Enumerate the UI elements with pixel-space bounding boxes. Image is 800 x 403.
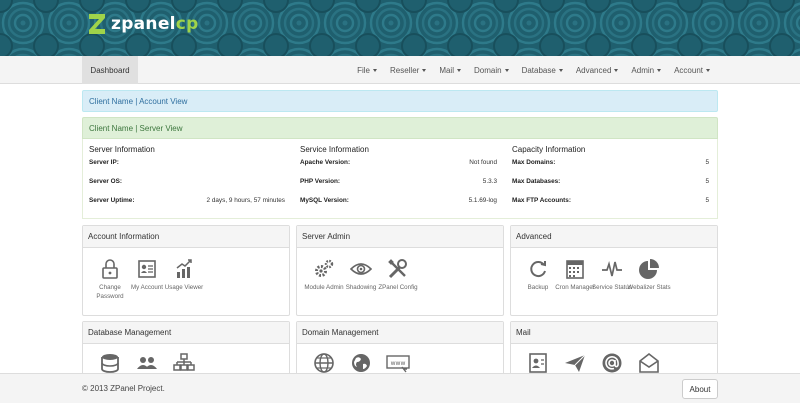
panel-title: Account Information [83, 226, 289, 248]
lock-icon [102, 259, 118, 279]
footer: © 2013 ZPanel Project. About [0, 373, 800, 403]
caret-down-icon [657, 69, 662, 72]
panel-title: Database Management [83, 322, 289, 344]
paper-plane-icon [565, 354, 586, 372]
nav-menus: File Reseller Mail Domain Database Advan… [357, 56, 710, 84]
users-icon [137, 357, 157, 369]
panel-server-admin: Server Admin Module Admin Shadowing ZPan… [296, 225, 504, 316]
caret-down-icon [456, 69, 461, 72]
subdomains-module[interactable]: www [376, 352, 420, 374]
zpanel-config-module[interactable]: ZPanel Config [376, 258, 420, 292]
webalizer-stats-module[interactable]: Webalizer Stats [627, 258, 671, 292]
hierarchy-icon [173, 353, 195, 371]
server-info-box: Server Information Server IP: Server OS:… [82, 139, 718, 219]
capacity-information-title: Capacity Information [512, 145, 586, 154]
info-row: Server Uptime: 2 days, 9 hours, 57 minute… [89, 197, 285, 204]
panel-title: Server Admin [297, 226, 503, 248]
nav-menu-database[interactable]: Database [522, 66, 563, 75]
info-row: Max Databases: 5 [512, 178, 709, 185]
panel-title: Mail [511, 322, 717, 344]
envelope-icon [639, 352, 659, 373]
eye-icon [350, 263, 372, 275]
panel-database-management: Database Management [82, 321, 290, 381]
server-information: Server Information Server IP: Server OS:… [89, 145, 285, 216]
usage-chart-icon [176, 259, 192, 278]
caret-down-icon [372, 69, 377, 72]
info-row: MySQL Version: 5.1.69-log [300, 197, 497, 204]
pie-chart-icon [639, 259, 659, 279]
panel-mail: Mail [510, 321, 718, 381]
service-information-title: Service Information [300, 145, 369, 154]
at-icon [602, 353, 622, 373]
svg-text:www: www [391, 360, 406, 367]
capacity-information: Capacity Information Max Domains: 5 Max D… [512, 145, 709, 216]
nav-menu-domain[interactable]: Domain [474, 66, 509, 75]
info-row: Server OS: [89, 178, 123, 185]
refresh-icon [530, 261, 546, 278]
nav-menu-admin[interactable]: Admin [631, 66, 662, 75]
nav-dashboard[interactable]: Dashboard [82, 56, 138, 84]
gears-icon [315, 259, 334, 277]
main-navbar: Dashboard File Reseller Mail Domain Data… [0, 56, 800, 84]
caret-down-icon [504, 69, 509, 72]
panel-domain-management: Domain Management www [296, 321, 504, 381]
about-button[interactable]: About [682, 379, 718, 399]
id-card-icon [138, 260, 156, 278]
zpanel-logo-icon [89, 14, 105, 34]
www-icon: www [386, 355, 410, 373]
panel-advanced: Advanced Backup Cron Manager Service Sta… [510, 225, 718, 316]
usage-viewer-module[interactable]: Usage Viewer [162, 258, 206, 292]
info-row: Max Domains: 5 [512, 159, 709, 166]
info-row: Server IP: [89, 159, 119, 166]
server-view-alert: Client Name | Server View [82, 117, 718, 139]
calendar-icon [566, 260, 584, 279]
caret-down-icon [422, 69, 427, 72]
account-view-alert: Client Name | Account View [82, 90, 718, 112]
info-row: Apache Version: Not found [300, 159, 497, 166]
header-banner: zpanelcp [0, 0, 800, 56]
database-structure-module[interactable] [162, 352, 206, 374]
pulse-icon [602, 260, 622, 277]
nav-menu-advanced[interactable]: Advanced [576, 66, 619, 75]
nav-menu-reseller[interactable]: Reseller [390, 66, 427, 75]
server-information-title: Server Information [89, 145, 155, 154]
nav-menu-account[interactable]: Account [674, 66, 710, 75]
info-row: PHP Version: 5.3.3 [300, 178, 497, 185]
caret-down-icon [614, 69, 619, 72]
globe-filled-icon [352, 354, 370, 372]
tools-icon [388, 259, 407, 279]
brand-logo[interactable]: zpanelcp [86, 12, 199, 36]
caret-down-icon [706, 69, 710, 72]
nav-menu-mail[interactable]: Mail [439, 66, 461, 75]
panel-title: Domain Management [297, 322, 503, 344]
brand-name: zpanelcp [111, 14, 199, 34]
nav-menu-file[interactable]: File [357, 66, 377, 75]
info-row: Max FTP Accounts: 5 [512, 197, 709, 204]
globe-icon [314, 353, 334, 373]
database-icon [101, 354, 119, 373]
panel-account-information: Account Information Change Password My A… [82, 225, 290, 316]
caret-down-icon [558, 69, 563, 72]
service-information: Service Information Apache Version: Not f… [300, 145, 497, 216]
contact-card-icon [529, 353, 547, 373]
copyright-text: © 2013 ZPanel Project. [82, 384, 165, 393]
panel-title: Advanced [511, 226, 717, 248]
webmail-module[interactable] [627, 352, 671, 374]
